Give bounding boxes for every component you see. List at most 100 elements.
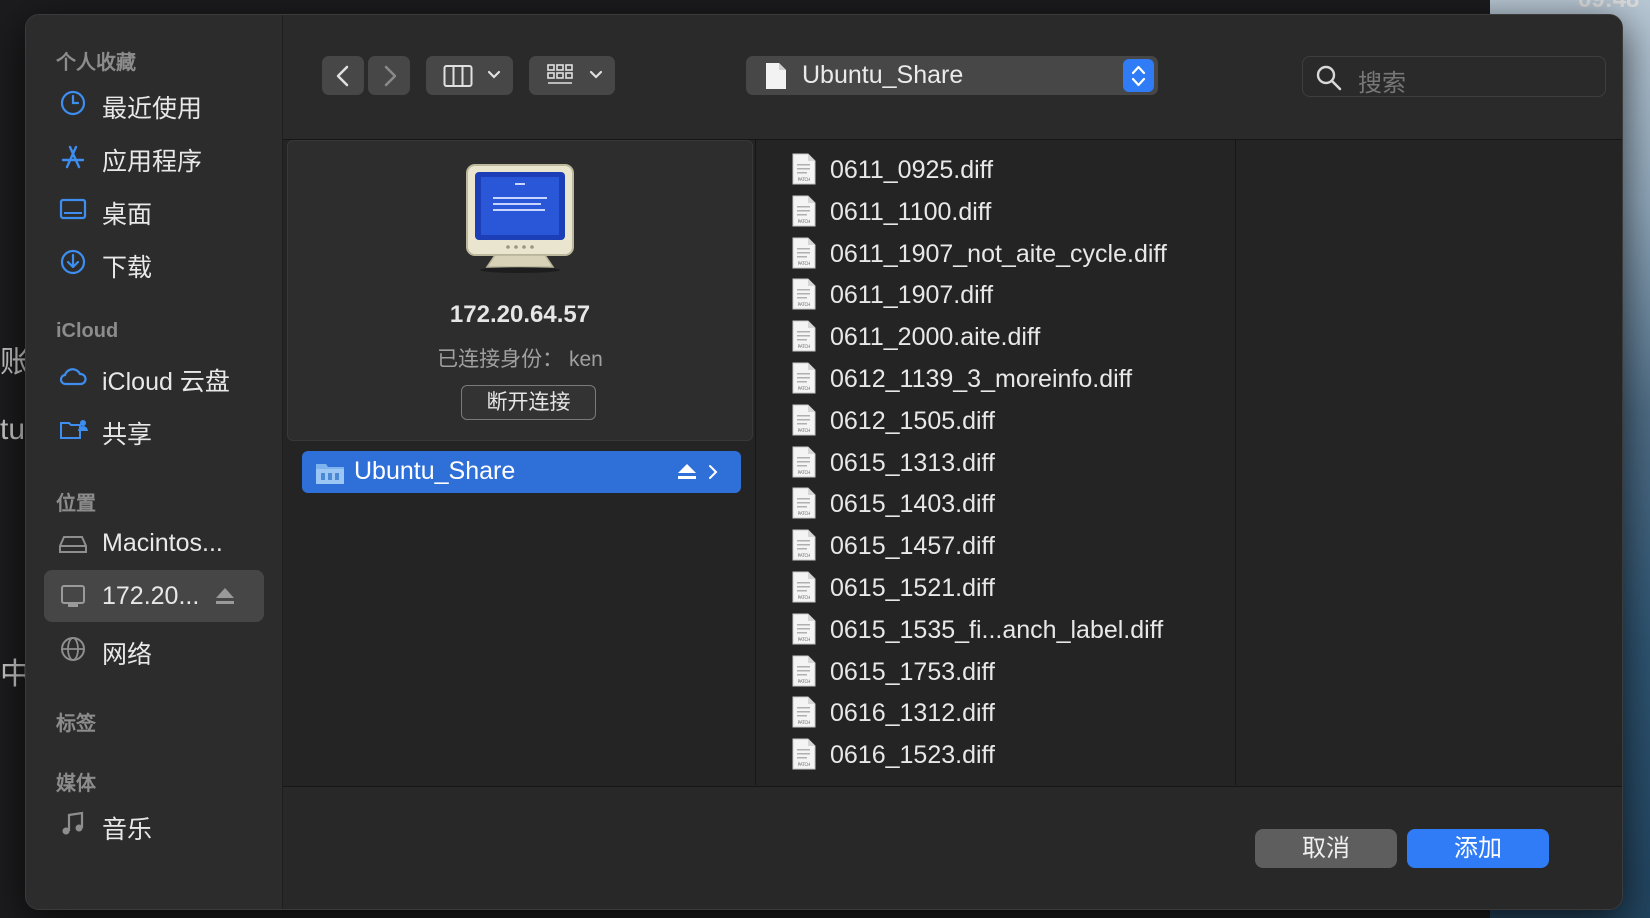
patch-file-icon: PATCH bbox=[792, 320, 816, 352]
computer-icon bbox=[61, 585, 85, 607]
patch-file-icon: PATCH bbox=[792, 278, 816, 310]
chevron-down-icon bbox=[589, 70, 603, 79]
file-row[interactable]: PATCH 0615_1521.diff bbox=[792, 568, 1232, 608]
file-row[interactable]: PATCH 0615_1313.diff bbox=[792, 443, 1232, 483]
sidebar-item-label: 共享 bbox=[102, 421, 153, 449]
server-info-card: 172.20.64.57 已连接身份： ken 断开连接 bbox=[287, 140, 753, 441]
sidebar-item-icloud-drive[interactable]: iCloud 云盘 bbox=[44, 350, 264, 402]
patch-file-icon: PATCH bbox=[792, 404, 816, 436]
svg-text:PATCH: PATCH bbox=[798, 386, 811, 391]
sidebar-item-network[interactable]: 网络 bbox=[44, 623, 264, 675]
patch-file-icon: PATCH bbox=[792, 446, 816, 478]
popup-stepper[interactable] bbox=[1123, 59, 1154, 92]
sidebar-item-macintosh-hd[interactable]: Macintos... bbox=[44, 517, 264, 569]
patch-file-icon: PATCH bbox=[792, 195, 816, 227]
music-note-icon bbox=[62, 811, 84, 835]
file-row[interactable]: PATCH 0611_1907.diff bbox=[792, 275, 1232, 315]
eject-icon[interactable] bbox=[677, 463, 697, 481]
open-file-dialog: 个人收藏 最近使用 应用程序 桌面 下载 iCloud iCloud 云盘 共享… bbox=[25, 14, 1623, 910]
file-name-label: 0611_0925.diff bbox=[830, 156, 994, 184]
file-row[interactable]: PATCH 0616_1312.diff bbox=[792, 693, 1232, 733]
share-name-label: Ubuntu_Share bbox=[354, 457, 516, 485]
browser-column-files: PATCH 0611_0925.diff PATCH 0611_1100.diff PA… bbox=[756, 140, 1236, 785]
crt-monitor-icon bbox=[466, 164, 574, 273]
share-row-ubuntu-share[interactable]: Ubuntu_Share bbox=[302, 451, 741, 493]
file-row[interactable]: PATCH 0612_1505.diff bbox=[792, 401, 1232, 441]
svg-text:PATCH: PATCH bbox=[798, 595, 811, 600]
file-row[interactable]: PATCH 0611_0925.diff bbox=[792, 150, 1232, 190]
svg-text:PATCH: PATCH bbox=[798, 261, 811, 266]
file-name-label: 0612_1505.diff bbox=[830, 406, 995, 435]
globe-icon bbox=[61, 637, 85, 661]
file-row[interactable]: PATCH 0615_1535_fi...anch_label.diff bbox=[792, 610, 1232, 650]
file-name-label: 0611_1100.diff bbox=[830, 197, 992, 226]
sidebar-section-icloud: iCloud bbox=[56, 320, 119, 342]
sidebar-item-label: 桌面 bbox=[102, 201, 153, 229]
sidebar-item-server[interactable]: 172.20... bbox=[44, 570, 264, 622]
sidebar-section-favorites: 个人收藏 bbox=[56, 52, 136, 74]
search-field[interactable]: 搜索 bbox=[1302, 56, 1606, 97]
file-name-label: 0615_1753.diff bbox=[830, 657, 995, 686]
sidebar-section-media: 媒体 bbox=[56, 773, 96, 795]
svg-text:PATCH: PATCH bbox=[798, 553, 811, 558]
patch-file-icon: PATCH bbox=[792, 487, 816, 519]
patch-file-icon: PATCH bbox=[792, 738, 816, 770]
sidebar-item-downloads[interactable]: 下载 bbox=[44, 236, 264, 288]
sidebar-item-label: 最近使用 bbox=[102, 95, 203, 123]
sidebar-item-music[interactable]: 音乐 bbox=[44, 798, 264, 850]
sidebar-item-label: 下载 bbox=[102, 254, 153, 282]
disconnect-button[interactable]: 断开连接 bbox=[461, 385, 596, 420]
patch-file-icon: PATCH bbox=[792, 529, 816, 561]
svg-text:PATCH: PATCH bbox=[798, 679, 811, 684]
sidebar-item-recents[interactable]: 最近使用 bbox=[44, 77, 264, 129]
sidebar-item-label: iCloud 云盘 bbox=[102, 368, 230, 396]
file-row[interactable]: PATCH 0611_1907_not_aite_cycle.diff bbox=[792, 234, 1232, 274]
view-mode-button[interactable] bbox=[426, 56, 513, 95]
sidebar-item-shared[interactable]: 共享 bbox=[44, 403, 264, 455]
sidebar-item-desktop[interactable]: 桌面 bbox=[44, 183, 264, 235]
path-popup[interactable]: Ubuntu_Share bbox=[746, 56, 1158, 95]
forward-button[interactable] bbox=[368, 56, 410, 95]
browser-column-server: 172.20.64.57 已连接身份： ken 断开连接 Ubuntu_Shar… bbox=[283, 140, 756, 785]
eject-icon[interactable] bbox=[214, 585, 236, 607]
file-row[interactable]: PATCH 0615_1403.diff bbox=[792, 484, 1232, 524]
browser-column-preview bbox=[1236, 140, 1622, 785]
network-folder-icon bbox=[316, 464, 344, 484]
svg-text:PATCH: PATCH bbox=[798, 511, 811, 516]
dialog-button-bar: 取消 添加 bbox=[283, 786, 1622, 909]
file-row[interactable]: PATCH 0612_1139_3_moreinfo.diff bbox=[792, 359, 1232, 399]
sidebar-item-label: 172.20... bbox=[102, 582, 200, 610]
cloud-icon bbox=[59, 368, 87, 386]
back-button[interactable] bbox=[322, 56, 364, 95]
cancel-button[interactable]: 取消 bbox=[1255, 829, 1397, 868]
file-name-label: 0615_1535_fi...anch_label.diff bbox=[830, 615, 1164, 644]
file-name-label: 0611_1907_not_aite_cycle.diff bbox=[830, 239, 1167, 268]
sidebar-item-label: 音乐 bbox=[102, 816, 153, 844]
document-icon bbox=[766, 63, 786, 89]
svg-text:PATCH: PATCH bbox=[798, 470, 811, 475]
server-ip-label: 172.20.64.57 bbox=[449, 301, 591, 328]
sidebar-item-applications[interactable]: 应用程序 bbox=[44, 130, 264, 182]
connection-status-label: 已连接身份： ken bbox=[437, 348, 603, 371]
menubar-clock-fragment: 09:48 bbox=[1578, 0, 1639, 14]
file-row[interactable]: PATCH 0616_1523.diff bbox=[792, 735, 1232, 775]
file-row[interactable]: PATCH 0615_1753.diff bbox=[792, 652, 1232, 692]
sidebar: 个人收藏 最近使用 应用程序 桌面 下载 iCloud iCloud 云盘 共享… bbox=[26, 15, 283, 909]
file-name-label: 0616_1312.diff bbox=[830, 699, 995, 728]
svg-text:PATCH: PATCH bbox=[798, 428, 811, 433]
file-row[interactable]: PATCH 0611_2000.aite.diff bbox=[792, 317, 1232, 357]
file-row[interactable]: PATCH 0615_1457.diff bbox=[792, 526, 1232, 566]
file-row[interactable]: PATCH 0611_1100.diff bbox=[792, 192, 1232, 232]
file-name-label: 0615_1313.diff bbox=[830, 448, 995, 477]
download-icon bbox=[60, 249, 86, 275]
file-name-label: 0615_1521.diff bbox=[830, 574, 995, 602]
file-name-label: 0611_2000.aite.diff bbox=[830, 323, 1041, 352]
group-button[interactable] bbox=[529, 56, 615, 95]
app-store-icon bbox=[61, 145, 85, 169]
clock-icon bbox=[60, 90, 86, 116]
add-button[interactable]: 添加 bbox=[1407, 829, 1549, 868]
svg-text:PATCH: PATCH bbox=[798, 219, 811, 224]
desktop-icon bbox=[59, 198, 87, 220]
patch-file-icon: PATCH bbox=[792, 571, 816, 603]
svg-text:PATCH: PATCH bbox=[798, 762, 811, 767]
